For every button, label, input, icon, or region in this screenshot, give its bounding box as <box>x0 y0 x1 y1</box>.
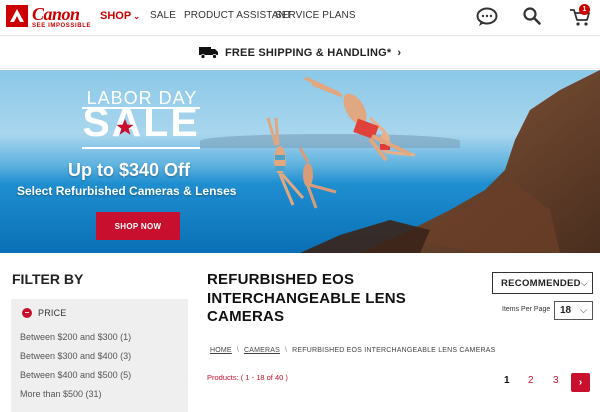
logo-tagline: SEE IMPOSSIBLE <box>32 23 92 29</box>
price-range-option[interactable]: Between $400 and $500 (5) <box>20 370 131 380</box>
chevron-right-icon: › <box>397 46 402 59</box>
page-3[interactable]: 3 <box>553 375 559 386</box>
nav-service-plans[interactable]: SERVICE PLANS <box>275 10 356 21</box>
shop-menu[interactable]: SHOP ⌄ <box>100 10 140 22</box>
items-per-page-select[interactable]: 18 ⌵ <box>554 301 593 320</box>
cart-count-badge: 1 <box>579 4 590 15</box>
shop-label: SHOP <box>100 10 132 22</box>
collapse-icon: – <box>22 308 32 318</box>
page-title: REFURBISHED EOS INTERCHANGEABLE LENS CAM… <box>207 271 407 325</box>
breadcrumb-separator: \ <box>236 347 239 354</box>
breadcrumb-cameras[interactable]: CAMERAS <box>244 347 280 354</box>
price-range-option[interactable]: Between $300 and $400 (3) <box>20 351 131 361</box>
sort-dropdown[interactable]: RECOMMENDED ⌵ <box>492 272 593 294</box>
hero-offer-sub: Select Refurbished Cameras & Lenses <box>17 184 237 198</box>
chevron-down-icon: ⌵ <box>580 277 588 288</box>
page-2[interactable]: 2 <box>528 375 534 386</box>
breadcrumb: HOME \ CAMERAS \ REFURBISHED EOS INTERCHANGE… <box>210 347 495 354</box>
items-per-page-label: Items Per Page <box>502 306 551 313</box>
hero-offer: Up to $340 Off <box>68 160 191 180</box>
price-filter-label: PRICE <box>38 308 67 318</box>
results-count: Products: ( 1 - 18 of 40 ) <box>207 373 288 382</box>
filter-title: FILTER BY <box>12 271 84 287</box>
results-range: ( 1 - 18 of 40 ) <box>240 373 288 382</box>
nav-sale[interactable]: SALE <box>150 10 176 21</box>
next-page-button[interactable]: › <box>571 373 590 392</box>
breadcrumb-separator: \ <box>285 347 288 354</box>
price-range-option[interactable]: More than $500 (31) <box>20 389 102 399</box>
search-icon[interactable] <box>523 7 541 25</box>
free-shipping-banner[interactable]: FREE SHIPPING & HANDLING* › <box>0 37 600 69</box>
canon-mark-icon <box>6 5 28 27</box>
hero-title-line2: SALE <box>82 99 200 145</box>
price-range-option[interactable]: Between $200 and $300 (1) <box>20 332 131 342</box>
chat-icon[interactable] <box>476 7 498 27</box>
sort-value: RECOMMENDED <box>501 277 581 289</box>
items-per-page-value: 18 <box>560 305 572 316</box>
breadcrumb-home[interactable]: HOME <box>210 347 232 354</box>
logo-wordmark: Canon <box>32 4 80 24</box>
breadcrumb-current: REFURBISHED EOS INTERCHANGEABLE LENS CAM… <box>292 347 496 354</box>
truck-icon <box>198 47 218 59</box>
chevron-down-icon: ⌵ <box>580 305 587 315</box>
price-filter-toggle[interactable]: – PRICE <box>22 308 67 318</box>
shop-now-button[interactable]: SHOP NOW <box>96 212 180 240</box>
star-icon <box>116 118 134 135</box>
chevron-down-icon: ⌄ <box>133 12 140 21</box>
site-header: Canon SEE IMPOSSIBLE SHOP ⌄ SALE PRODUCT … <box>0 0 600 36</box>
shipping-text: FREE SHIPPING & HANDLING* <box>224 46 392 59</box>
canon-logo[interactable]: Canon SEE IMPOSSIBLE <box>6 4 96 32</box>
hero-banner: LABOR DAY SALE Up to $340 Off Select Ref… <box>0 70 600 253</box>
results-label: Products: <box>207 373 239 382</box>
hero-divider-bottom <box>82 147 200 149</box>
hero-photo-jumper <box>304 76 411 162</box>
page-1[interactable]: 1 <box>504 375 510 386</box>
